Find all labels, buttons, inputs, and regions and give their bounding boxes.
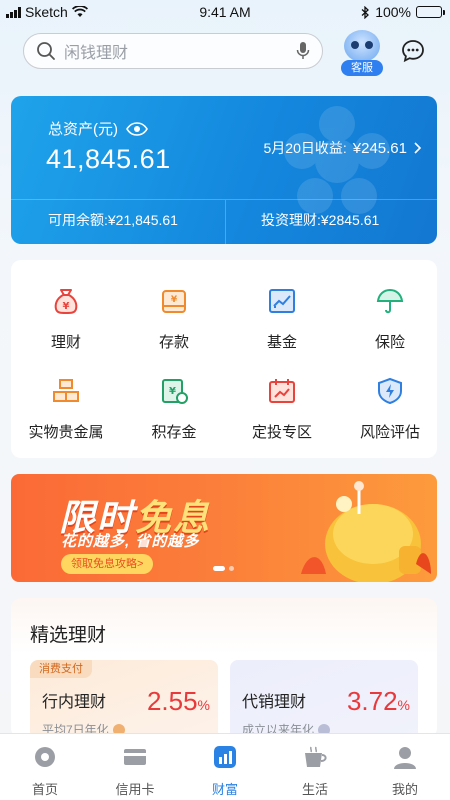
service-menu: ¥ 理财 ¥ 存款 基金 保险 实物贵金属 ¥ 积存金 定投专区 风险评估 [11, 260, 437, 458]
microphone-icon[interactable] [296, 41, 310, 61]
section-title: 精选理财 [30, 625, 107, 646]
product-name: 行内理财 [42, 694, 107, 711]
status-bar: Sketch 9:41 AM 100% [0, 0, 450, 26]
banner-pagination[interactable] [213, 566, 234, 571]
product-rate: 3.72% [347, 686, 410, 717]
menu-item-label: 实物贵金属 [28, 424, 104, 441]
bluetooth-icon [361, 5, 370, 19]
search-icon [37, 42, 55, 60]
menu-item-wealth-management[interactable]: ¥ 理财 [11, 286, 121, 352]
svg-text:¥: ¥ [63, 301, 70, 312]
shield-bolt-icon [378, 377, 402, 405]
product-rate-value: 2.55 [146, 686, 198, 716]
menu-item-insurance[interactable]: 保险 [335, 286, 445, 352]
product-card-agency[interactable]: 代销理财 3.72% 成立以来年化 [230, 660, 418, 740]
coffee-cup-icon [305, 746, 327, 767]
bottom-tab-bar: 首页 信用卡 财富 生活 我的 [0, 733, 450, 800]
menu-item-deposit[interactable]: ¥ 存款 [119, 286, 229, 352]
home-gear-icon [35, 747, 55, 767]
total-assets-card[interactable]: 总资产(元) 41,845.61 5月20日收益: ¥245.61 可用余额:¥… [11, 96, 437, 244]
fund-chart-icon [269, 289, 295, 313]
customer-service-button[interactable]: 客服 [341, 30, 383, 76]
menu-item-label: 风险评估 [359, 424, 420, 441]
menu-item-fixed-investment[interactable]: 定投专区 [227, 376, 337, 442]
search-placeholder: 闲钱理财 [64, 45, 129, 62]
chat-bubble-icon[interactable] [400, 38, 426, 64]
svg-text:¥: ¥ [169, 386, 176, 397]
investment-balance: 投资理财:¥2845.61 [261, 210, 379, 230]
menu-item-label: 基金 [266, 334, 297, 351]
tab-label: 财富 [211, 782, 238, 797]
umbrella-icon [376, 288, 404, 314]
deposit-box-icon: ¥ [162, 290, 186, 313]
tab-credit-card[interactable]: 信用卡 [90, 734, 180, 800]
banner-cta-button[interactable]: 领取免息攻略> [61, 554, 154, 574]
product-card-in-house[interactable]: 消费支付 行内理财 2.55% 平均7日年化 [30, 660, 218, 740]
menu-item-fund[interactable]: 基金 [227, 286, 337, 352]
menu-item-gold-savings[interactable]: ¥ 积存金 [119, 376, 229, 442]
product-rate-unit: % [197, 697, 210, 713]
menu-item-label: 存款 [158, 334, 189, 351]
pagination-dot-active [213, 566, 225, 571]
menu-item-label: 定投专区 [251, 424, 312, 441]
investment-balance-value: ¥2845.61 [320, 212, 380, 228]
available-balance-label: 可用余额: [48, 212, 108, 228]
available-balance-value: ¥21,845.61 [107, 212, 178, 228]
svg-text:¥: ¥ [171, 295, 178, 305]
product-rate: 2.55% [147, 686, 210, 717]
gold-savings-icon: ¥ [162, 379, 188, 404]
eye-icon[interactable] [126, 121, 148, 136]
product-rate-value: 3.72 [346, 686, 398, 716]
user-icon [394, 747, 416, 769]
credit-card-icon [124, 749, 146, 765]
customer-service-avatar-icon [344, 30, 380, 62]
trend-calendar-icon [269, 379, 295, 403]
tab-label: 信用卡 [115, 782, 155, 797]
pagination-dot [229, 566, 234, 571]
wealth-chart-icon [214, 746, 236, 768]
status-right: 100% [361, 4, 445, 20]
customer-service-label: 客服 [341, 60, 383, 76]
daily-yield-value: ¥245.61 [352, 139, 407, 157]
asset-vertical-divider [225, 200, 226, 244]
daily-yield-link[interactable]: 5月20日收益: ¥245.61 [264, 138, 423, 158]
total-assets-label: 总资产(元) [48, 118, 148, 139]
product-tag: 消费支付 [30, 660, 92, 678]
menu-item-label: 理财 [50, 334, 81, 351]
tab-label: 首页 [31, 782, 58, 797]
menu-item-risk-assessment[interactable]: 风险评估 [335, 376, 445, 442]
selected-products-section: 精选理财 消费支付 行内理财 2.55% 平均7日年化 代销理财 3.72% 成… [11, 598, 437, 740]
promo-banner[interactable]: 限时免息 花的越多, 省的越多 领取免息攻略> [11, 474, 437, 582]
search-input[interactable]: 闲钱理财 [23, 33, 323, 69]
asset-divider [11, 199, 437, 200]
tab-label: 我的 [391, 782, 418, 797]
battery-percent: 100% [375, 4, 411, 20]
tab-wealth[interactable]: 财富 [180, 734, 270, 800]
chevron-right-icon [414, 142, 422, 154]
menu-item-label: 积存金 [151, 424, 197, 441]
battery-icon [416, 6, 445, 18]
investment-balance-label: 投资理财: [261, 212, 321, 228]
available-balance: 可用余额:¥21,845.61 [48, 210, 178, 230]
tab-life[interactable]: 生活 [270, 734, 360, 800]
menu-item-label: 保险 [374, 334, 405, 351]
piggy-bank-illustration-icon [301, 481, 431, 582]
product-name: 代销理财 [242, 694, 307, 711]
tab-me[interactable]: 我的 [360, 734, 450, 800]
banner-subtitle: 花的越多, 省的越多 [61, 533, 200, 550]
daily-yield-label: 5月20日收益: [263, 140, 347, 156]
tab-home[interactable]: 首页 [0, 734, 90, 800]
money-bag-icon: ¥ [54, 289, 78, 315]
menu-item-precious-metals[interactable]: 实物贵金属 [11, 376, 121, 442]
total-assets-title: 总资产(元) [48, 121, 118, 138]
product-rate-unit: % [397, 697, 410, 713]
gold-bars-icon [53, 379, 79, 402]
tab-label: 生活 [301, 782, 328, 797]
total-assets-value: 41,845.61 [46, 144, 171, 174]
